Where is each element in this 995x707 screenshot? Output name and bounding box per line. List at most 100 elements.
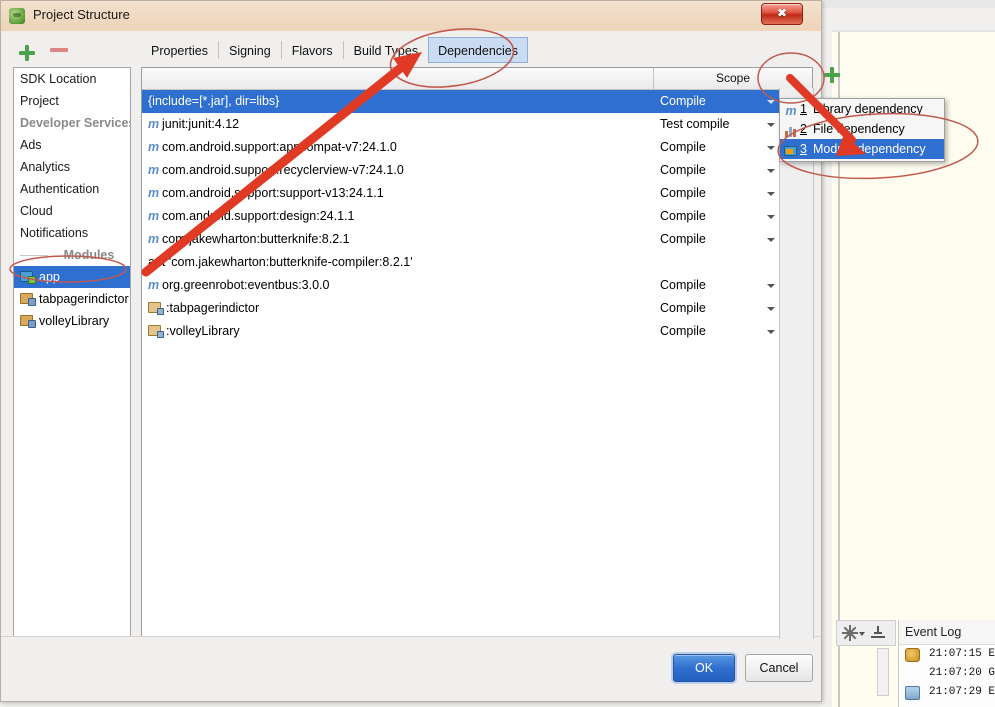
- dependency-actions-rail: [779, 88, 814, 639]
- close-button[interactable]: ✖: [761, 3, 803, 25]
- dependency-name: :volleyLibrary: [148, 320, 240, 343]
- hide-icon[interactable]: [871, 626, 885, 640]
- event-log-time: 21:07:15: [929, 648, 982, 660]
- dialog-title: Project Structure: [33, 7, 130, 22]
- maven-icon: m: [148, 117, 160, 131]
- menu-item-library-dependency[interactable]: m 1 Library dependency: [780, 99, 944, 119]
- chat-icon: [905, 686, 920, 700]
- module-icon: [148, 324, 164, 338]
- dependencies-table: Scope {include=[*.jar], dir=libs} Compil…: [141, 67, 813, 667]
- wrench-icon: [905, 648, 920, 662]
- column-header-name[interactable]: [142, 68, 654, 89]
- table-row[interactable]: m junit:junit:4.12 Test compile: [142, 113, 812, 136]
- sidebar-item-developer-services[interactable]: Developer Services: [14, 112, 130, 134]
- dependency-scope: Compile: [660, 232, 706, 246]
- dependency-scope: Compile: [660, 209, 706, 223]
- toolwindow-scrollbar[interactable]: [877, 648, 889, 696]
- android-app-module-icon: [20, 270, 36, 284]
- sidebar-item-authentication[interactable]: Authentication: [14, 178, 130, 200]
- tab-dependencies[interactable]: Dependencies: [428, 37, 528, 63]
- sidebar-item-sdk-location[interactable]: SDK Location: [14, 68, 130, 90]
- chevron-down-icon[interactable]: [767, 238, 775, 242]
- sidebar-item-tabpagerindictor[interactable]: tabpagerindictor: [14, 288, 130, 310]
- chevron-down-icon[interactable]: [767, 215, 775, 219]
- table-row[interactable]: {include=[*.jar], dir=libs} Compile: [142, 90, 812, 113]
- sidebar-item-analytics[interactable]: Analytics: [14, 156, 130, 178]
- toolwindow-toolbar: [836, 620, 896, 646]
- add-dependency-menu: m 1 Library dependency 2 File dependency 3M…: [779, 98, 945, 162]
- menu-item-file-dependency[interactable]: 2 File dependency: [780, 119, 944, 139]
- gear-icon[interactable]: [842, 625, 858, 641]
- table-row[interactable]: m com.android.support:design:24.1.1 Compi…: [142, 205, 812, 228]
- dependency-scope: Compile: [660, 278, 706, 292]
- dependency-scope: Compile: [660, 186, 706, 200]
- event-log-row[interactable]: 21:07:29 Ex: [899, 683, 995, 702]
- menu-item-number: 3: [800, 142, 807, 156]
- remove-module-button[interactable]: [47, 41, 71, 65]
- chevron-down-icon[interactable]: [767, 307, 775, 311]
- menu-item-module-dependency[interactable]: 3 Module dependency: [780, 139, 944, 159]
- column-header-scope[interactable]: Scope: [654, 68, 812, 89]
- modules-label: Modules: [48, 244, 130, 266]
- table-row[interactable]: :volleyLibrary Compile: [142, 320, 812, 343]
- tab-flavors[interactable]: Flavors: [282, 37, 343, 63]
- add-module-button[interactable]: [15, 41, 39, 65]
- chevron-down-icon[interactable]: [767, 146, 775, 150]
- table-row[interactable]: :tabpagerindictor Compile: [142, 297, 812, 320]
- event-log-text: Gr: [988, 667, 995, 679]
- dependency-name: {include=[*.jar], dir=libs}: [148, 94, 280, 108]
- dependency-name: apt 'com.jakewharton:butterknife-compile…: [148, 255, 413, 269]
- table-row[interactable]: m com.jakewharton:butterknife:8.2.1 Compi…: [142, 228, 812, 251]
- library-module-icon: [20, 314, 36, 328]
- event-log-time: 21:07:20: [929, 667, 982, 679]
- sidebar-item-notifications[interactable]: Notifications: [14, 222, 130, 244]
- table-row[interactable]: apt 'com.jakewharton:butterknife-compile…: [142, 251, 812, 274]
- event-log-row[interactable]: 21:07:15 Ex: [899, 645, 995, 664]
- sidebar-item-volleylibrary[interactable]: volleyLibrary: [14, 310, 130, 332]
- chevron-down-icon[interactable]: [859, 632, 865, 636]
- tab-signing[interactable]: Signing: [219, 37, 281, 63]
- table-header: Scope: [142, 68, 812, 90]
- table-row[interactable]: m com.android.support:appcompat-v7:24.1.0…: [142, 136, 812, 159]
- event-log-panel: Event Log 21:07:15 Ex 21:07:20 Gr 21:07:…: [898, 620, 995, 707]
- sidebar-item-cloud[interactable]: Cloud: [14, 200, 130, 222]
- chevron-down-icon[interactable]: [767, 192, 775, 196]
- event-log-text: Ex: [988, 686, 995, 698]
- dependency-scope: Compile: [660, 140, 706, 154]
- sidebar-item-project[interactable]: Project: [14, 90, 130, 112]
- ok-button[interactable]: OK: [673, 654, 735, 682]
- tab-bar: Properties Signing Flavors Build Types D…: [141, 37, 528, 65]
- table-row[interactable]: m org.greenrobot:eventbus:3.0.0 Compile: [142, 274, 812, 297]
- close-icon: ✖: [776, 6, 788, 20]
- maven-icon: m: [148, 186, 160, 200]
- chevron-down-icon[interactable]: [767, 284, 775, 288]
- chevron-down-icon[interactable]: [767, 330, 775, 334]
- event-log-row[interactable]: 21:07:20 Gr: [899, 664, 995, 683]
- chevron-down-icon[interactable]: [767, 100, 775, 104]
- chevron-down-icon[interactable]: [767, 123, 775, 127]
- table-row[interactable]: m com.android.support:support-v13:24.1.1 …: [142, 182, 812, 205]
- menu-item-label: Library dependency: [813, 102, 923, 116]
- add-dependency-button[interactable]: [818, 63, 846, 87]
- cancel-button[interactable]: Cancel: [745, 654, 813, 682]
- maven-icon: m: [148, 140, 160, 154]
- minus-icon: [50, 48, 68, 52]
- tab-properties[interactable]: Properties: [141, 37, 218, 63]
- dependency-scope: Compile: [660, 163, 706, 177]
- chevron-down-icon[interactable]: [767, 169, 775, 173]
- plus-icon: [19, 45, 35, 61]
- event-log-title: Event Log: [899, 620, 995, 645]
- dialog-body: SDK Location Project Developer Services …: [1, 31, 821, 701]
- event-log-time: 21:07:29: [929, 686, 982, 698]
- dependency-name: m com.jakewharton:butterknife:8.2.1: [148, 228, 350, 251]
- sidebar-item-ads[interactable]: Ads: [14, 134, 130, 156]
- menu-item-number: 1: [800, 102, 807, 116]
- dependency-name: :tabpagerindictor: [148, 297, 259, 320]
- tab-build-types[interactable]: Build Types: [344, 37, 428, 63]
- table-row[interactable]: m com.android.support:recyclerview-v7:24.…: [142, 159, 812, 182]
- sidebar-item-app[interactable]: app: [14, 266, 130, 288]
- menu-item-label: Module dependency: [813, 142, 926, 156]
- dialog-titlebar[interactable]: Project Structure ✖: [1, 1, 821, 32]
- dependency-scope: Compile: [660, 94, 706, 108]
- module-icon: [782, 141, 800, 161]
